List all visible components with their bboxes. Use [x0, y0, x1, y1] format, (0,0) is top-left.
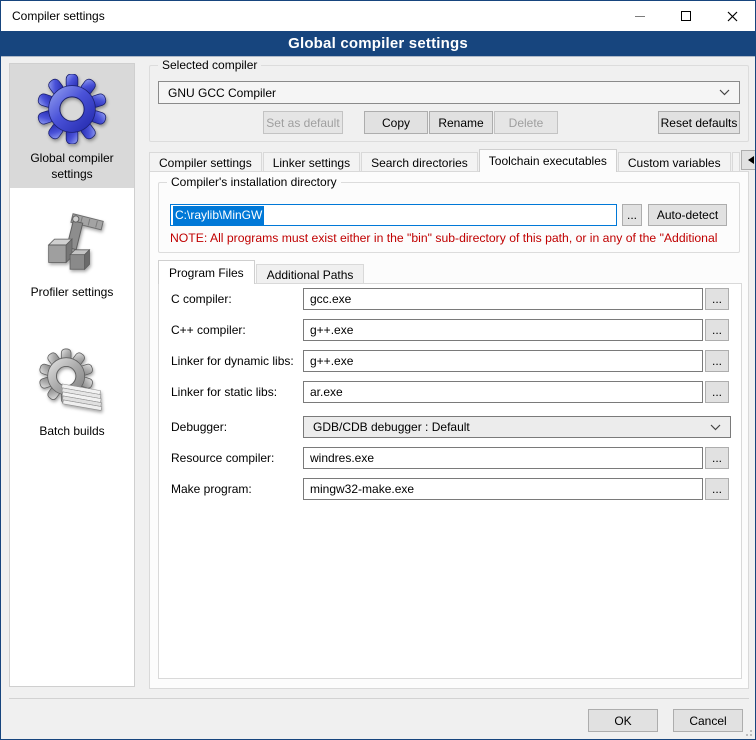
blue-gear-icon [35, 72, 109, 146]
field-label: Linker for static libs: [171, 385, 303, 399]
selected-compiler-group-label: Selected compiler [158, 58, 261, 72]
resource-compiler-input[interactable] [303, 447, 703, 469]
auto-detect-button[interactable]: Auto-detect [648, 204, 727, 226]
minimize-icon [635, 16, 645, 17]
settings-tabstrip: Compiler settings Linker settings Search… [149, 149, 755, 172]
bin-subdirectory-note: NOTE: All programs must exist either in … [170, 231, 736, 245]
chevron-down-icon [719, 89, 730, 96]
browse-c-compiler-button[interactable]: ... [705, 288, 729, 310]
gray-gear-stack-icon [35, 345, 109, 419]
compiler-select[interactable]: GNU GCC Compiler [158, 81, 740, 104]
ok-button[interactable]: OK [588, 709, 658, 732]
page-title: Global compiler settings [1, 31, 755, 57]
maximize-icon [681, 11, 691, 21]
resize-grip[interactable] [742, 726, 752, 736]
cpp-compiler-input[interactable] [303, 319, 703, 341]
field-row-dynamic-linker: Linker for dynamic libs: ... [171, 350, 731, 372]
field-label: Linker for dynamic libs: [171, 354, 303, 368]
tab-build-options[interactable]: Build options [732, 152, 740, 172]
rename-button[interactable]: Rename [429, 111, 493, 134]
program-files-page: C compiler: ... C++ compiler: ... Linker… [158, 283, 742, 679]
maximize-button[interactable] [663, 1, 709, 31]
window-controls [617, 1, 755, 31]
close-icon [727, 11, 738, 22]
browse-cpp-compiler-button[interactable]: ... [705, 319, 729, 341]
tab-linker-settings[interactable]: Linker settings [263, 152, 360, 172]
browse-directory-button[interactable]: ... [622, 204, 642, 226]
installation-directory-value: C:\raylib\MinGW [173, 206, 264, 225]
delete-button: Delete [494, 111, 558, 134]
field-label: Resource compiler: [171, 451, 303, 465]
sidebar-item-profiler-settings[interactable]: Profiler settings [10, 198, 134, 307]
make-program-input[interactable] [303, 478, 703, 500]
titlebar: Compiler settings [1, 1, 755, 31]
installation-directory-group: Compiler's installation directory C:\ray… [158, 182, 740, 253]
field-row-debugger: Debugger: GDB/CDB debugger : Default [171, 416, 731, 438]
reset-defaults-button[interactable]: Reset defaults [658, 111, 740, 134]
field-label: C++ compiler: [171, 323, 303, 337]
tab-scroll-left-button[interactable] [741, 150, 756, 170]
profiler-caliper-icon [35, 206, 109, 280]
settings-category-list: Global compiler settings [9, 63, 135, 687]
field-row-make-program: Make program: ... [171, 478, 731, 500]
installation-directory-input[interactable]: C:\raylib\MinGW [170, 204, 617, 226]
subtab-program-files[interactable]: Program Files [158, 260, 255, 284]
footer-divider [9, 698, 749, 699]
static-linker-input[interactable] [303, 381, 703, 403]
browse-static-linker-button[interactable]: ... [705, 381, 729, 403]
field-row-cpp-compiler: C++ compiler: ... [171, 319, 731, 341]
dynamic-linker-input[interactable] [303, 350, 703, 372]
copy-button[interactable]: Copy [364, 111, 428, 134]
tab-compiler-settings[interactable]: Compiler settings [149, 152, 262, 172]
cancel-button[interactable]: Cancel [673, 709, 743, 732]
tab-search-directories[interactable]: Search directories [361, 152, 478, 172]
arrow-left-icon [748, 156, 755, 164]
tab-custom-variables[interactable]: Custom variables [618, 152, 731, 172]
field-row-resource-compiler: Resource compiler: ... [171, 447, 731, 469]
main-panel: Selected compiler GNU GCC Compiler Set a… [149, 63, 756, 142]
tab-scroll-arrows [741, 150, 756, 170]
sidebar-item-label: Batch builds [17, 424, 127, 440]
field-row-static-linker: Linker for static libs: ... [171, 381, 731, 403]
compiler-settings-dialog: Compiler settings Global compiler settin… [0, 0, 756, 740]
sidebar-item-global-compiler-settings[interactable]: Global compiler settings [10, 64, 134, 188]
field-label: Debugger: [171, 420, 303, 434]
field-label: C compiler: [171, 292, 303, 306]
debugger-select[interactable]: GDB/CDB debugger : Default [303, 416, 731, 438]
installation-directory-label: Compiler's installation directory [167, 175, 341, 189]
c-compiler-input[interactable] [303, 288, 703, 310]
program-files-subtabs: Program Files Additional Paths [158, 260, 365, 284]
window-title: Compiler settings [1, 9, 105, 23]
close-button[interactable] [709, 1, 755, 31]
sidebar-item-label: Profiler settings [17, 285, 127, 301]
subtab-additional-paths[interactable]: Additional Paths [256, 264, 365, 284]
chevron-down-icon [710, 424, 721, 431]
installation-directory-row: C:\raylib\MinGW ... Auto-detect [170, 204, 727, 226]
debugger-select-value: GDB/CDB debugger : Default [313, 420, 470, 434]
compiler-buttons-row: Set as default Copy Rename Delete Reset … [158, 111, 740, 134]
compiler-select-value: GNU GCC Compiler [168, 86, 276, 100]
sidebar-item-label: Global compiler settings [17, 151, 127, 182]
minimize-button[interactable] [617, 1, 663, 31]
field-label: Make program: [171, 482, 303, 496]
field-row-c-compiler: C compiler: ... [171, 288, 731, 310]
browse-dynamic-linker-button[interactable]: ... [705, 350, 729, 372]
set-as-default-button: Set as default [263, 111, 343, 134]
sidebar-item-batch-builds[interactable]: Batch builds [10, 337, 134, 446]
browse-make-program-button[interactable]: ... [705, 478, 729, 500]
browse-resource-compiler-button[interactable]: ... [705, 447, 729, 469]
tab-toolchain-executables[interactable]: Toolchain executables [479, 149, 617, 172]
selected-compiler-group: Selected compiler GNU GCC Compiler Set a… [149, 65, 749, 142]
toolchain-executables-page: Compiler's installation directory C:\ray… [149, 171, 749, 689]
